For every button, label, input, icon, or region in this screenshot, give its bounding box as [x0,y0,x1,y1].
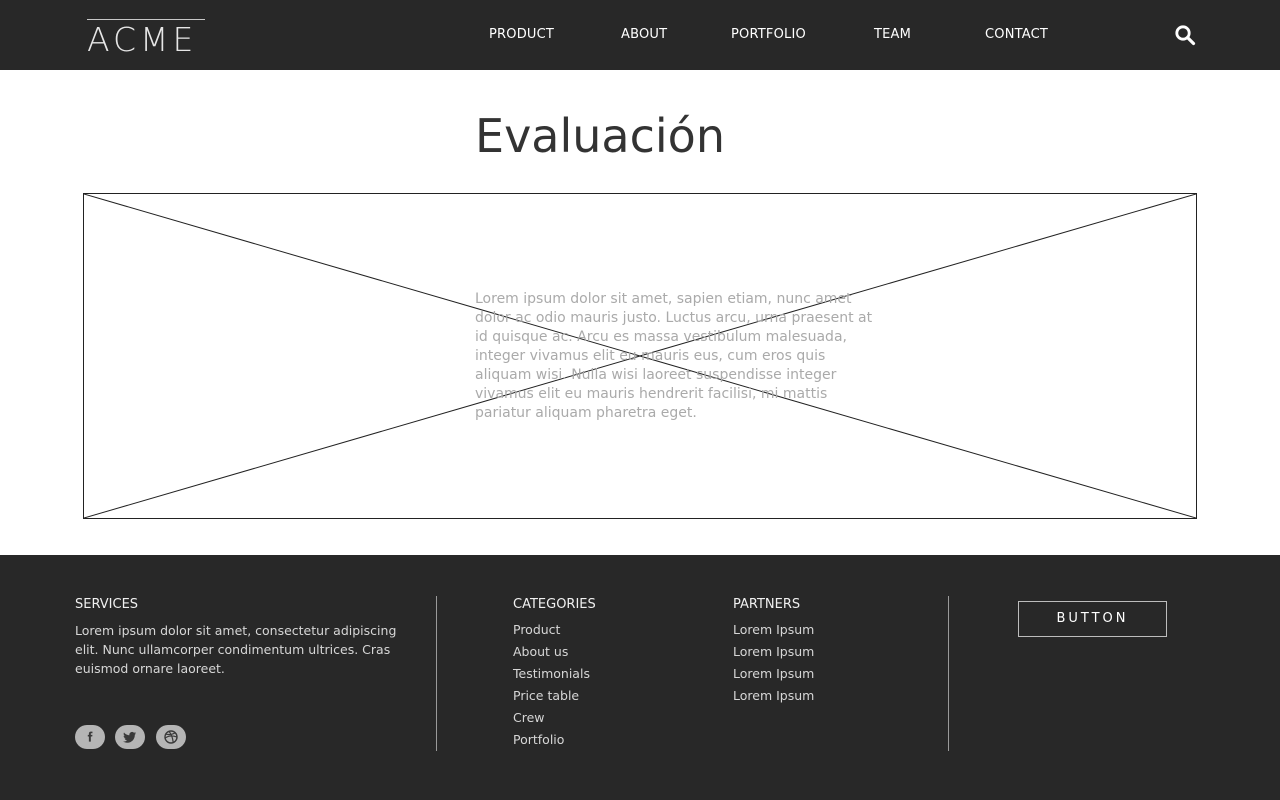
category-product[interactable]: Product [513,619,590,641]
category-portfolio[interactable]: Portfolio [513,729,590,751]
footer-divider [948,596,949,751]
nav-portfolio[interactable]: PORTFOLIO [731,26,806,44]
category-price-table[interactable]: Price table [513,685,590,707]
partner-link[interactable]: Lorem Ipsum [733,663,814,685]
partners-heading: PARTNERS [733,597,801,612]
services-heading: SERVICES [75,597,139,612]
partner-link[interactable]: Lorem Ipsum [733,619,814,641]
site-footer: SERVICES Lorem ipsum dolor sit amet, con… [0,555,1280,800]
category-crew[interactable]: Crew [513,707,590,729]
twitter-icon[interactable] [115,725,145,749]
facebook-icon[interactable] [75,725,105,749]
nav-product[interactable]: PRODUCT [489,26,554,44]
acme-logo[interactable]: ACME [87,19,205,60]
footer-button[interactable]: BUTTON [1018,601,1167,637]
partner-link[interactable]: Lorem Ipsum [733,641,814,663]
category-about-us[interactable]: About us [513,641,590,663]
nav-about[interactable]: ABOUT [621,26,667,44]
categories-list: Product About us Testimonials Price tabl… [513,619,590,751]
category-testimonials[interactable]: Testimonials [513,663,590,685]
services-text: Lorem ipsum dolor sit amet, consectetur … [75,623,397,676]
search-icon[interactable] [1174,24,1196,46]
nav-team[interactable]: TEAM [874,26,911,44]
footer-divider [436,596,437,751]
page-title: Evaluación [475,109,725,163]
placeholder-paragraph: Lorem ipsum dolor sit amet, sapien etiam… [475,291,873,421]
categories-heading: CATEGORIES [513,597,596,612]
nav-contact[interactable]: CONTACT [985,26,1048,44]
partners-list: Lorem Ipsum Lorem Ipsum Lorem Ipsum Lore… [733,619,814,707]
site-header: ACME PRODUCT ABOUT PORTFOLIO TEAM CONTAC… [0,0,1280,70]
dribbble-icon[interactable] [156,725,186,749]
partner-link[interactable]: Lorem Ipsum [733,685,814,707]
